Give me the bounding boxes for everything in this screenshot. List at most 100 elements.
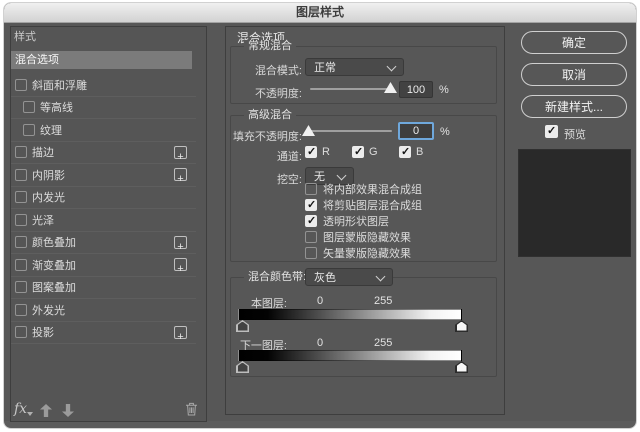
channel-option[interactable]: R xyxy=(305,146,352,158)
this-layer-gradient-bar xyxy=(238,309,462,320)
style-enable-checkbox[interactable] xyxy=(15,214,27,226)
opacity-input[interactable]: 100 xyxy=(399,81,433,98)
this-layer-min: 0 xyxy=(317,295,323,307)
preview-label: 预览 xyxy=(564,126,586,142)
channel-checkbox[interactable] xyxy=(399,146,411,158)
blend-if-channel-select[interactable]: 灰色 xyxy=(305,268,393,286)
option-label: 矢量蒙版隐藏效果 xyxy=(323,245,411,261)
styles-list: 斜面和浮雕 等高线 纹理 描边 内阴影 内发光 光泽 颜色叠加 xyxy=(11,74,196,344)
add-effect-instance-button[interactable] xyxy=(174,146,187,159)
option-checkbox[interactable] xyxy=(305,247,317,259)
fill-opacity-input[interactable]: 0 xyxy=(398,122,434,140)
sidebar-item-blending-options[interactable]: 混合选项 xyxy=(11,51,192,69)
sidebar-style-item[interactable]: 纹理 xyxy=(11,119,196,142)
option-label: 将剪贴图层混合成组 xyxy=(323,197,422,213)
channel-checkbox[interactable] xyxy=(305,146,317,158)
underlying-layer-max: 255 xyxy=(374,337,392,349)
option-checkbox[interactable] xyxy=(305,231,317,243)
sidebar-style-item[interactable]: 图案叠加 xyxy=(11,277,196,300)
style-item-label: 纹理 xyxy=(40,122,62,138)
advanced-blend-option[interactable]: 图层蒙版隐藏效果 xyxy=(305,229,422,245)
cancel-button[interactable]: 取消 xyxy=(521,63,627,86)
add-effect-instance-button[interactable] xyxy=(174,168,187,181)
advanced-options-list: 将内部效果混合成组 将剪贴图层混合成组 透明形状图层 图层蒙版隐藏效果 矢量蒙版… xyxy=(305,181,422,261)
channel-option[interactable]: G xyxy=(352,146,399,158)
style-item-label: 内发光 xyxy=(32,189,65,205)
chevron-down-icon xyxy=(387,62,397,72)
style-item-label: 投影 xyxy=(32,324,54,340)
channel-option[interactable]: B xyxy=(399,146,446,158)
stage: 样式 混合选项 斜面和浮雕 等高线 纹理 描边 内阴影 内发光 光泽 颜 xyxy=(0,0,640,432)
style-enable-checkbox[interactable] xyxy=(15,79,27,91)
sidebar-style-item[interactable]: 光泽 xyxy=(11,209,196,232)
preview-checkbox[interactable] xyxy=(545,125,558,138)
style-enable-checkbox[interactable] xyxy=(15,326,27,338)
blend-mode-label: 混合模式: xyxy=(230,62,302,78)
sidebar-style-item[interactable]: 斜面和浮雕 xyxy=(11,74,196,97)
fill-opacity-label: 填充不透明度: xyxy=(226,128,302,144)
style-enable-checkbox[interactable] xyxy=(15,236,27,248)
advanced-blend-option[interactable]: 将剪贴图层混合成组 xyxy=(305,197,422,213)
opacity-percent-sign: % xyxy=(439,84,449,96)
sidebar-style-item[interactable]: 等高线 xyxy=(11,97,196,120)
style-item-label: 内阴影 xyxy=(32,167,65,183)
channels-row: R G B xyxy=(305,146,446,158)
chevron-down-icon xyxy=(376,272,386,282)
style-enable-checkbox[interactable] xyxy=(15,304,27,316)
knockout-label: 挖空: xyxy=(230,171,302,187)
blend-if-legend: 混合颜色带: xyxy=(244,271,310,283)
channel-label: G xyxy=(369,146,378,158)
underlying-layer-gradient-bar xyxy=(238,350,462,361)
style-item-label: 颜色叠加 xyxy=(32,234,76,250)
advanced-blend-option[interactable]: 矢量蒙版隐藏效果 xyxy=(305,245,422,261)
style-item-label: 描边 xyxy=(32,144,54,160)
delete-effect-button[interactable] xyxy=(185,402,198,416)
option-checkbox[interactable] xyxy=(305,183,317,195)
sidebar-style-item[interactable]: 描边 xyxy=(11,142,196,165)
preview-swatch xyxy=(518,149,631,257)
channel-label: B xyxy=(416,146,423,158)
option-checkbox[interactable] xyxy=(305,199,317,211)
advanced-blending-legend: 高级混合 xyxy=(244,109,296,121)
option-label: 透明形状图层 xyxy=(323,213,389,229)
fx-menu-button[interactable]: fx xyxy=(14,401,27,417)
add-effect-instance-button[interactable] xyxy=(174,258,187,271)
option-label: 图层蒙版隐藏效果 xyxy=(323,229,411,245)
style-enable-checkbox[interactable] xyxy=(23,101,35,113)
sidebar-style-item[interactable]: 内阴影 xyxy=(11,164,196,187)
ok-button[interactable]: 确定 xyxy=(521,31,627,54)
style-item-label: 斜面和浮雕 xyxy=(32,77,87,93)
channel-checkbox[interactable] xyxy=(352,146,364,158)
style-enable-checkbox[interactable] xyxy=(15,281,27,293)
add-effect-instance-button[interactable] xyxy=(174,236,187,249)
option-checkbox[interactable] xyxy=(305,215,317,227)
sidebar-style-item[interactable]: 投影 xyxy=(11,322,196,345)
advanced-blend-option[interactable]: 透明形状图层 xyxy=(305,213,422,229)
blend-mode-value: 正常 xyxy=(314,59,336,75)
blend-mode-select[interactable]: 正常 xyxy=(305,58,404,76)
new-style-button[interactable]: 新建样式... xyxy=(521,95,627,118)
style-item-label: 光泽 xyxy=(32,212,54,228)
styles-header: 样式 xyxy=(14,28,36,44)
style-enable-checkbox[interactable] xyxy=(23,124,35,136)
style-enable-checkbox[interactable] xyxy=(15,146,27,158)
style-enable-checkbox[interactable] xyxy=(15,191,27,203)
sidebar-style-item[interactable]: 渐变叠加 xyxy=(11,254,196,277)
sidebar-style-item[interactable]: 颜色叠加 xyxy=(11,232,196,255)
channels-label: 通道: xyxy=(230,148,302,164)
option-label: 将内部效果混合成组 xyxy=(323,181,422,197)
fill-opacity-slider-track[interactable] xyxy=(308,130,392,132)
style-item-label: 等高线 xyxy=(40,99,73,115)
opacity-slider-track[interactable] xyxy=(310,88,392,90)
style-enable-checkbox[interactable] xyxy=(15,259,27,271)
sidebar-style-item[interactable]: 外发光 xyxy=(11,299,196,322)
fill-opacity-percent-sign: % xyxy=(440,126,450,138)
sidebar-style-item[interactable]: 内发光 xyxy=(11,187,196,210)
advanced-blend-option[interactable]: 将内部效果混合成组 xyxy=(305,181,422,197)
channel-label: R xyxy=(322,146,330,158)
add-effect-instance-button[interactable] xyxy=(174,326,187,339)
opacity-label: 不透明度: xyxy=(230,85,302,101)
style-enable-checkbox[interactable] xyxy=(15,169,27,181)
this-layer-max: 255 xyxy=(374,295,392,307)
style-item-label: 渐变叠加 xyxy=(32,257,76,273)
